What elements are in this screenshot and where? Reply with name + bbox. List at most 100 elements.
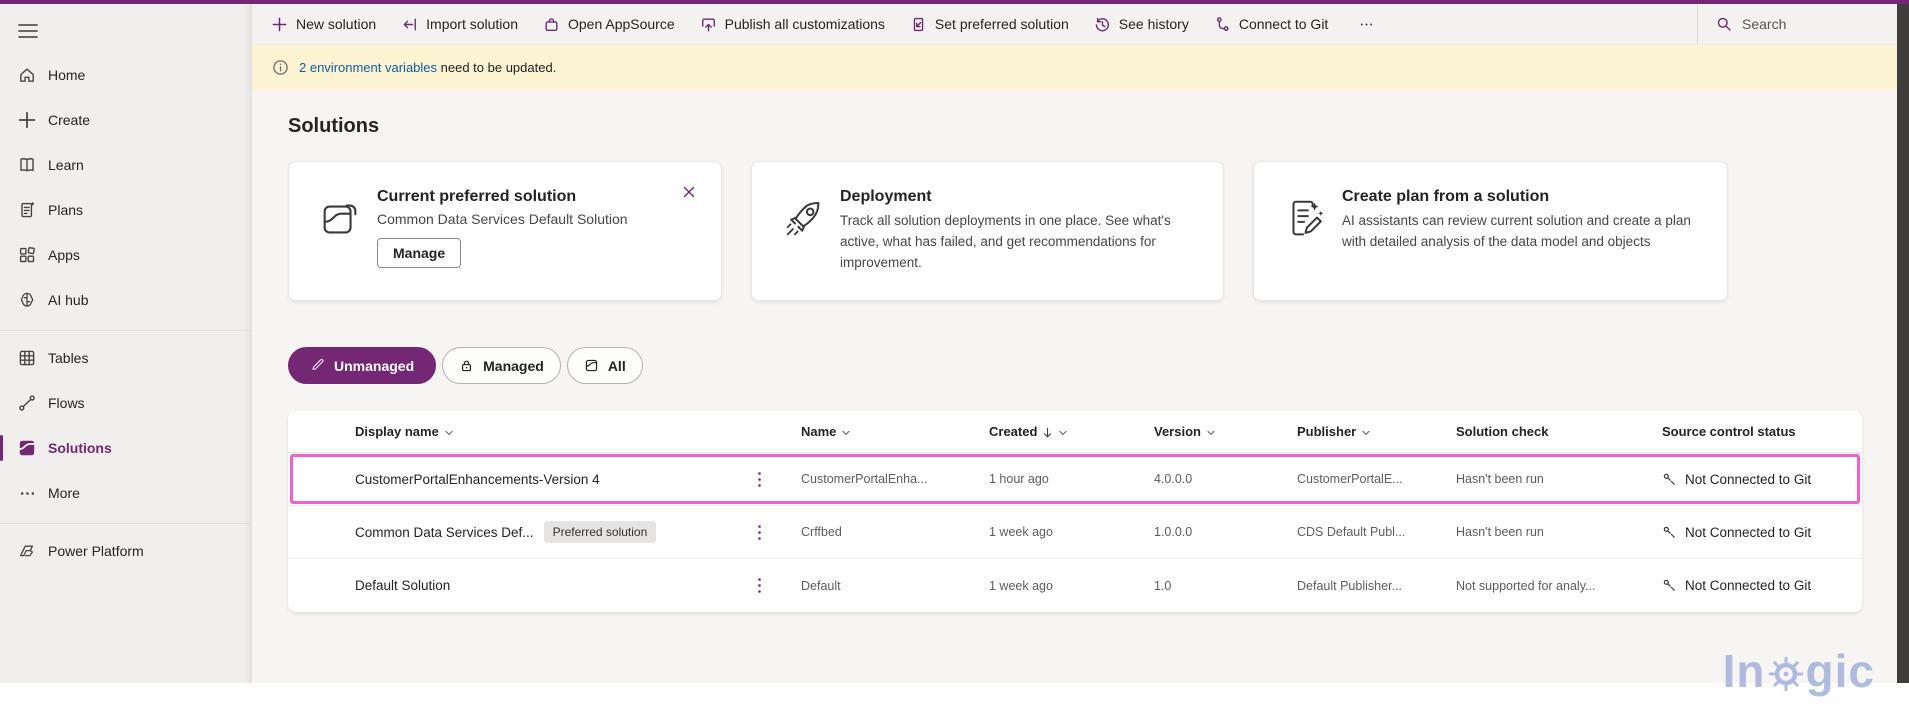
card-text: Create plan from a solution AI assistants… [1342, 184, 1705, 300]
banner-text: 2 environment variables need to be updat… [299, 60, 556, 75]
sidebar-item-apps[interactable]: Apps [0, 235, 251, 275]
card-subtitle: Common Data Services Default Solution [377, 211, 628, 227]
toolbar-button-new-solution[interactable]: New solution [271, 16, 376, 33]
publish-icon [700, 16, 717, 33]
chevron-down-icon [1206, 428, 1216, 438]
table-header-row: Display name Name Created Version Publisher S… [288, 411, 1862, 453]
window-edge-strip [1897, 4, 1909, 683]
sidebar-item-label: More [48, 485, 80, 501]
row-display-name: CustomerPortalEnhancements-Version 4 [355, 471, 600, 487]
lock-icon [459, 358, 474, 373]
sidebar-item-solutions[interactable]: Solutions [0, 428, 251, 468]
table-row[interactable]: CustomerPortalEnhancements-Version 4 Cust… [288, 453, 1862, 506]
source-control-text: Not Connected to Git [1685, 524, 1812, 540]
column-header-created[interactable]: Created [989, 424, 1154, 439]
cell-publisher: Default Publisher... [1297, 578, 1402, 593]
hamburger-icon [18, 23, 38, 39]
cell-created: 1 week ago [989, 525, 1053, 539]
git-disconnected-icon [1662, 525, 1677, 540]
toolbar-button-label: Import solution [426, 16, 518, 32]
toolbar-button-connect-to-git[interactable]: Connect to Git [1214, 16, 1328, 33]
sidebar-item-create[interactable]: Create [0, 100, 251, 140]
card-text: Current preferred solution Common Data Se… [377, 184, 628, 300]
column-header-publisher[interactable]: Publisher [1297, 424, 1456, 439]
plan-doc-icon [1282, 196, 1328, 242]
search-icon [1716, 16, 1732, 32]
row-more-button[interactable] [750, 468, 768, 490]
chevron-down-icon [1058, 428, 1068, 438]
sidebar-divider [0, 330, 251, 331]
column-header-source-control-status: Source control status [1662, 424, 1862, 439]
toolbar-button-see-history[interactable]: See history [1094, 16, 1189, 33]
sidebar-item-label: Apps [48, 247, 80, 263]
cell-display-name: Common Data Services Def... Preferred sol… [355, 521, 801, 543]
sidebar-item-label: Create [48, 112, 91, 128]
set-preferred-icon [910, 16, 927, 33]
history-icon [1094, 16, 1111, 33]
toolbar-button-set-preferred-solution[interactable]: Set preferred solution [910, 16, 1069, 33]
environment-variables-link[interactable]: 2 environment variables [299, 60, 437, 75]
cell-version: 1.0.0.0 [1154, 525, 1193, 539]
filter-pill-all[interactable]: All [566, 347, 643, 384]
git-disconnected-icon [1662, 472, 1677, 487]
power-platform-icon [17, 541, 37, 561]
toolbar-button-publish-all-customizations[interactable]: Publish all customizations [700, 16, 885, 33]
preferred-solution-badge: Preferred solution [543, 521, 657, 543]
toolbar-button-label: Set preferred solution [934, 16, 1069, 32]
sidebar-item-learn[interactable]: Learn [0, 145, 251, 185]
search-input[interactable]: Search [1697, 4, 1897, 44]
card-deployment[interactable]: Deployment Track all solution deployments… [751, 161, 1224, 301]
column-header-version[interactable]: Version [1154, 424, 1297, 439]
column-header-name[interactable]: Name [801, 424, 989, 439]
chevron-down-icon [841, 428, 851, 438]
table-row[interactable]: Default Solution Default 1 week ago 1.0 Defa… [288, 559, 1862, 612]
row-display-name: Default Solution [355, 578, 451, 593]
card-title: Deployment [840, 188, 932, 205]
solutions-icon [17, 438, 37, 458]
chevron-down-icon [444, 428, 454, 438]
sidebar-item-ai-hub[interactable]: AI hub [0, 280, 251, 320]
sidebar-item-label: Learn [48, 157, 84, 173]
filter-pill-unmanaged[interactable]: Unmanaged [288, 347, 437, 384]
table-row[interactable]: Common Data Services Def... Preferred sol… [288, 506, 1862, 559]
arrow-down-icon [1042, 427, 1053, 438]
sidebar-divider [0, 523, 251, 524]
sidebar-item-label: AI hub [48, 292, 89, 308]
command-bar-items: New solution Import solution Open AppSourc… [271, 16, 1328, 33]
sidebar-item-label: Solutions [48, 440, 112, 456]
cell-publisher: CustomerPortalE... [1297, 472, 1403, 486]
notification-banner: 2 environment variables need to be updat… [252, 45, 1897, 90]
sidebar-item-more[interactable]: More [0, 473, 251, 513]
sidebar-item-home[interactable]: Home [0, 55, 251, 95]
close-card-button[interactable] [681, 184, 697, 200]
filter-pill-managed[interactable]: Managed [442, 347, 561, 384]
solution-small-icon [584, 358, 599, 373]
plus-icon [17, 110, 37, 130]
sidebar-item-tables[interactable]: Tables [0, 338, 251, 378]
sidebar-nav-list: Home Create Learn Plans Apps AI hub Tables Flow… [0, 55, 251, 571]
column-header-display-name[interactable]: Display name [355, 424, 801, 439]
git-branch-icon [1214, 16, 1231, 33]
pencil-icon [310, 358, 325, 373]
inogic-watermark: In gic [1723, 644, 1875, 698]
toolbar-button-label: New solution [296, 16, 377, 32]
card-create-plan-from-a-solution[interactable]: Create plan from a solution AI assistants… [1253, 161, 1728, 301]
row-more-button[interactable] [750, 575, 768, 597]
content-area: Solutions Current preferred solution Comm… [252, 115, 1897, 708]
toolbar-button-open-appsource[interactable]: Open AppSource [543, 16, 675, 33]
column-label: Created [989, 424, 1038, 439]
sidebar-item-plans[interactable]: Plans [0, 190, 251, 230]
row-more-button[interactable] [750, 521, 768, 543]
git-disconnected-icon [1662, 578, 1677, 593]
hamburger-menu-button[interactable] [15, 19, 41, 43]
gear-icon [1768, 656, 1804, 692]
toolbar-button-import-solution[interactable]: Import solution [401, 16, 518, 33]
command-bar-overflow-button[interactable] [1353, 17, 1379, 32]
card-title: Create plan from a solution [1342, 188, 1550, 205]
apps-icon [17, 245, 37, 265]
column-label: Publisher [1297, 424, 1357, 439]
plans-icon [17, 200, 37, 220]
manage-button[interactable]: Manage [377, 238, 462, 268]
sidebar-item-power-platform[interactable]: Power Platform [0, 531, 251, 571]
sidebar-item-flows[interactable]: Flows [0, 383, 251, 423]
